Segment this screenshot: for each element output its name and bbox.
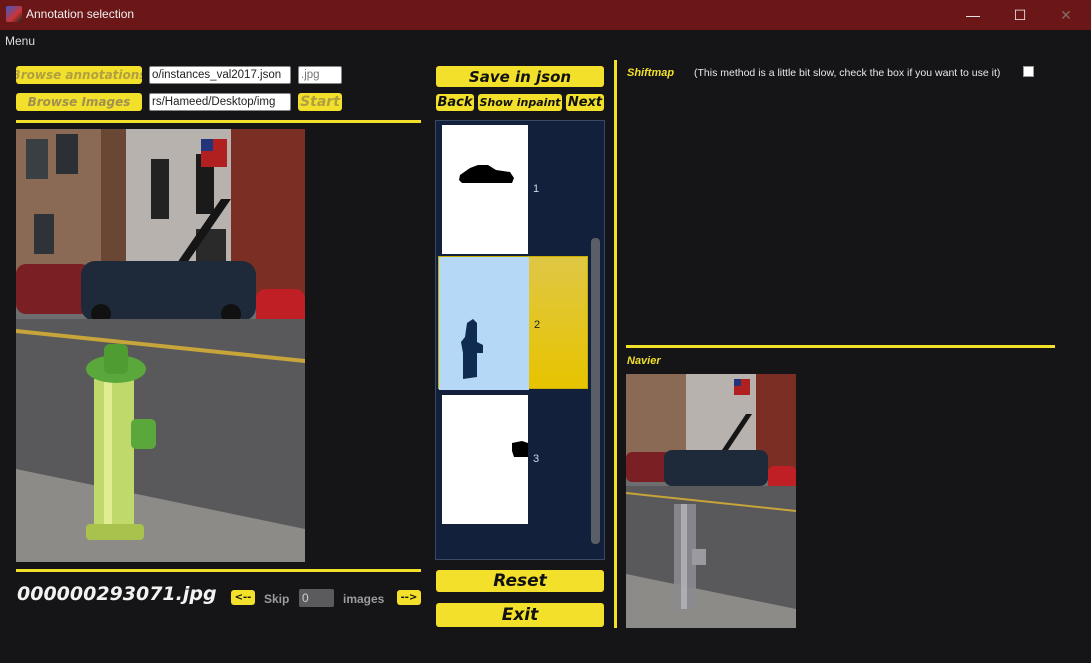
close-button[interactable]: ✕ [1043,0,1089,30]
mask-thumbnail [442,395,528,524]
next-button[interactable]: Next [566,94,604,111]
shiftmap-checkbox[interactable] [1023,66,1034,77]
maximize-button[interactable]: ☐ [997,0,1043,30]
images-path-field[interactable]: rs/Hameed/Desktop/img [149,93,291,111]
browse-annotations-button[interactable]: Browse annotations [16,66,142,84]
shiftmap-note: (This method is a little bit slow, check… [694,67,1001,79]
prev-image-button[interactable]: <-- [231,590,255,605]
divider-right [626,345,1055,348]
list-item[interactable]: 1 [438,121,588,254]
mask-number: 1 [533,183,540,195]
main-image [16,129,305,562]
mask-list[interactable]: 1 2 3 [435,120,605,560]
minimize-button[interactable]: — [950,0,996,30]
divider-bottom-left [16,569,421,572]
title-bar [0,0,1091,30]
window-title: Annotation selection [26,7,135,21]
exit-button[interactable]: Exit [436,603,604,627]
images-label: images [343,592,385,606]
mask-number: 3 [533,453,540,465]
start-button[interactable]: Start [298,93,342,111]
browse-images-button[interactable]: Browse Images [16,93,142,111]
save-json-button[interactable]: Save in json [436,66,604,87]
back-button[interactable]: Back [436,94,474,111]
skip-count-field[interactable]: 0 [299,589,334,607]
list-item[interactable]: 3 [438,391,588,524]
annotations-path-field[interactable]: o/instances_val2017.json [149,66,291,84]
app-icon [6,6,22,22]
reset-button[interactable]: Reset [436,570,604,592]
show-inpaint-button[interactable]: Show inpaint [478,94,562,111]
navier-label: Navier [627,355,661,367]
skip-label: Skip [264,592,290,606]
menu-bar [0,30,1091,52]
mask-thumbnail [442,125,528,254]
next-image-button[interactable]: --> [397,590,421,605]
vertical-divider [614,60,617,628]
extension-field[interactable]: .jpg [298,66,342,84]
mask-number: 2 [534,319,541,331]
mask-thumbnail [439,257,529,390]
mask-list-scrollbar[interactable] [591,238,600,544]
menu-item[interactable]: Menu [5,34,35,48]
filename-label: 000000293071.jpg [17,583,217,605]
navier-result-image [626,374,796,628]
divider-top-left [16,120,421,123]
list-item[interactable]: 2 [438,256,588,390]
shiftmap-label: Shiftmap [627,67,675,79]
